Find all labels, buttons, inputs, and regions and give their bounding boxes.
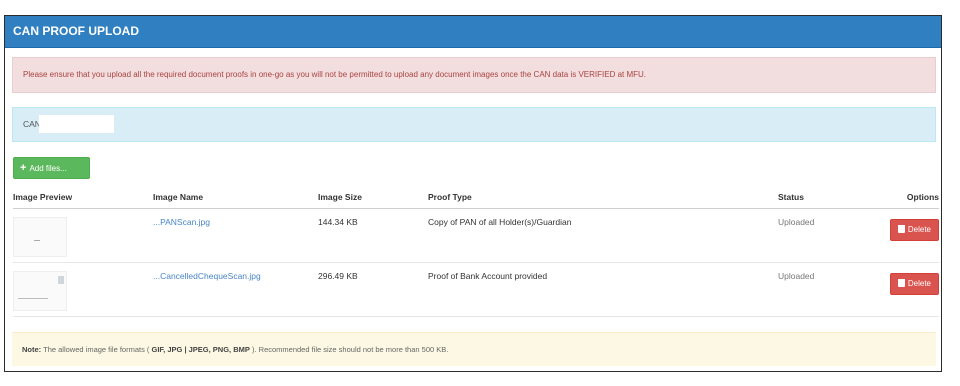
- proof-type: Copy of PAN of all Holder(s)/Guardian: [428, 208, 778, 263]
- can-proof-upload-panel: CAN PROOF UPLOAD Please ensure that you …: [4, 15, 942, 372]
- table-row: ...CancelledChequeScan.jpg 296.49 KB Pro…: [13, 262, 939, 317]
- trash-icon: [897, 279, 905, 287]
- note-formats: GIF, JPG | JPEG, PNG, BMP: [151, 345, 250, 354]
- note-label: Note:: [22, 345, 42, 354]
- status-text: Uploaded: [778, 208, 870, 263]
- options-cell: Delete: [870, 208, 939, 263]
- status-text: Uploaded: [778, 262, 870, 317]
- plus-icon: +: [20, 162, 27, 174]
- warning-alert: Please ensure that you upload all the re…: [12, 57, 936, 93]
- header-status: Status: [778, 186, 870, 209]
- delete-label: Delete: [907, 225, 931, 234]
- file-format-note: Note: The allowed image file formats ( G…: [12, 332, 936, 366]
- options-cell: Delete: [870, 262, 939, 317]
- image-name-link[interactable]: ...PANScan.jpg: [153, 217, 210, 227]
- header-image-name: Image Name: [153, 186, 318, 209]
- table-row: ...PANScan.jpg 144.34 KB Copy of PAN of …: [13, 208, 939, 263]
- add-files-label: Add files...: [29, 164, 67, 173]
- header-proof-type: Proof Type: [428, 186, 778, 209]
- note-prefix: The allowed image file formats (: [43, 345, 150, 354]
- image-name-cell: ...CancelledChequeScan.jpg: [153, 262, 318, 317]
- image-name-link[interactable]: ...CancelledChequeScan.jpg: [153, 271, 261, 281]
- redacted-can-value: [38, 114, 114, 133]
- header-image-size: Image Size: [318, 186, 428, 209]
- delete-button[interactable]: Delete: [889, 273, 939, 295]
- header-options: Options: [870, 186, 939, 209]
- add-files-button[interactable]: + Add files...: [13, 157, 90, 179]
- proof-type: Proof of Bank Account provided: [428, 262, 778, 317]
- image-size: 296.49 KB: [318, 262, 428, 317]
- image-thumbnail[interactable]: [13, 217, 67, 257]
- delete-button[interactable]: Delete: [889, 219, 939, 241]
- image-name-cell: ...PANScan.jpg: [153, 208, 318, 263]
- header-image-preview: Image Preview: [13, 186, 153, 209]
- delete-label: Delete: [907, 279, 931, 288]
- panel-title: CAN PROOF UPLOAD: [5, 16, 941, 48]
- can-info-box: CAN: [12, 107, 936, 142]
- note-suffix: ). Recommended file size should not be m…: [251, 345, 449, 354]
- trash-icon: [897, 225, 905, 233]
- image-thumbnail[interactable]: [13, 271, 67, 311]
- image-preview-cell: [13, 208, 153, 263]
- image-preview-cell: [13, 262, 153, 317]
- image-size: 144.34 KB: [318, 208, 428, 263]
- table-header-row: Image Preview Image Name Image Size Proo…: [13, 186, 939, 209]
- uploaded-files-table: Image Preview Image Name Image Size Proo…: [13, 186, 939, 317]
